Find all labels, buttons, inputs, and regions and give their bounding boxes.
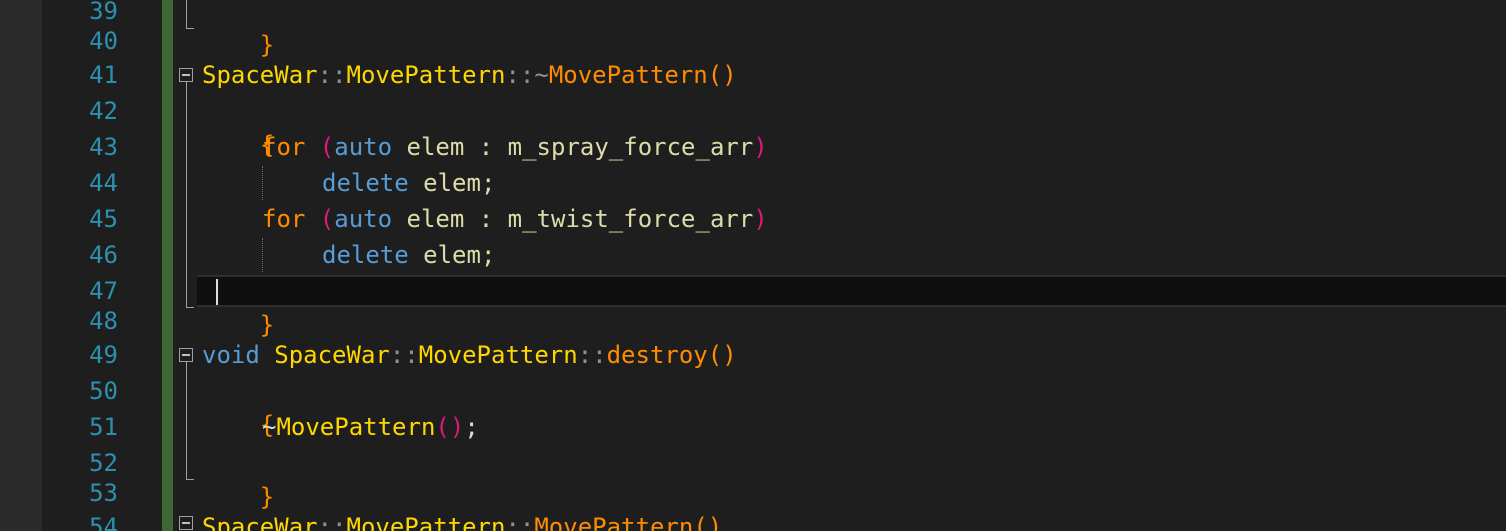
code-line-45[interactable]: for (auto elem : m_twist_force_arr) [262,202,768,236]
parentheses: () [707,341,737,369]
text-cursor [216,279,218,305]
collapse-toggle[interactable] [179,68,193,82]
auto-keyword: auto [334,133,393,161]
statement-text: elem; [408,169,496,197]
line-number: 46 [89,241,118,269]
code-line-54[interactable]: SpaceWar::MovePattern::MovePattern() [202,510,722,531]
delete-keyword: delete [322,169,409,197]
outline-scope-end [186,479,194,480]
close-paren: ) [753,133,768,161]
scope-operator: :: [389,341,419,369]
open-paren: ( [305,133,335,161]
line-number: 50 [89,377,118,405]
code-line-46[interactable]: delete elem; [322,238,495,272]
member-array: m_spray_force_arr [507,133,754,161]
line-number: 48 [89,307,118,335]
void-keyword: void [202,341,260,369]
class-name: SpaceWar [202,513,318,531]
outline-scope-line [186,0,187,28]
class-name: MovePattern [346,513,506,531]
delete-keyword: delete [322,241,409,269]
code-editor[interactable]: 39 40 41 42 43 44 45 46 47 48 49 50 51 5… [0,0,1506,531]
editor-margin [0,0,42,531]
indent-guide [262,238,263,272]
function-name: MovePattern [534,513,694,531]
scope-operator: :: [317,513,347,531]
line-number: 53 [89,479,118,507]
tilde-operator: ~ [262,413,277,441]
parentheses: () [693,513,723,531]
current-line-highlight [197,275,1506,307]
outline-scope-line [186,82,187,308]
function-name: MovePattern [548,61,708,89]
parentheses: () [435,413,465,441]
line-number: 54 [89,513,118,531]
code-line-51[interactable]: ~MovePattern(); [262,410,479,444]
closing-brace: } [259,311,275,339]
change-tracking-bar [162,0,173,531]
line-number: 40 [89,27,118,55]
scope-operator: :: [505,513,535,531]
parentheses: () [707,61,737,89]
outline-scope-end [186,28,194,29]
class-name: MovePattern [346,61,506,89]
collapse-toggle[interactable] [179,516,193,530]
outline-scope-line [186,362,187,480]
code-line-43[interactable]: for (auto elem : m_spray_force_arr) [262,130,768,164]
line-number: 45 [89,205,118,233]
closing-brace: } [259,483,275,511]
semicolon: ; [464,413,479,441]
loop-variable: elem : [392,133,508,161]
line-number: 43 [89,133,118,161]
function-name: MovePattern [276,413,436,441]
class-name: SpaceWar [259,341,390,369]
class-name: SpaceWar [202,61,318,89]
change-bar-gap [173,0,176,531]
line-number: 41 [89,61,118,89]
collapse-toggle[interactable] [179,348,193,362]
for-keyword: for [262,205,306,233]
code-line-44[interactable]: delete elem; [322,166,495,200]
scope-operator: ::~ [505,61,549,89]
closing-brace: } [259,31,275,59]
auto-keyword: auto [334,205,393,233]
line-number: 51 [89,413,118,441]
code-line-49[interactable]: void SpaceWar::MovePattern::destroy() [202,338,737,372]
function-name: destroy [606,341,708,369]
close-paren: ) [753,205,768,233]
loop-variable: elem : [392,205,508,233]
line-number: 49 [89,341,118,369]
code-line-41[interactable]: SpaceWar::MovePattern::~MovePattern() [202,58,737,92]
member-array: m_twist_force_arr [507,205,754,233]
line-number: 44 [89,169,118,197]
line-number: 47 [89,277,118,305]
scope-operator: :: [577,341,607,369]
line-number: 42 [89,97,118,125]
open-paren: ( [305,205,335,233]
class-name: MovePattern [418,341,578,369]
for-keyword: for [262,133,306,161]
statement-text: elem; [408,241,496,269]
line-number: 52 [89,449,118,477]
outline-scope-end [186,307,194,308]
scope-operator: :: [317,61,347,89]
